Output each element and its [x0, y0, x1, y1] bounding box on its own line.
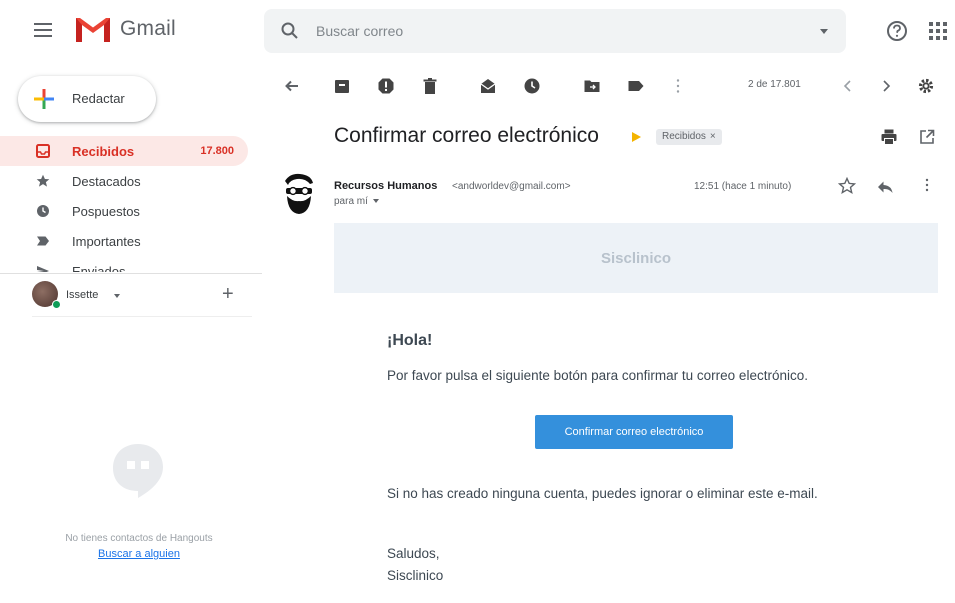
open-in-new-window-icon[interactable] [918, 128, 936, 146]
compose-plus-icon [34, 89, 54, 109]
reply-icon[interactable] [876, 178, 894, 196]
find-someone-link[interactable]: Buscar a alguien [0, 548, 278, 560]
sidebar-item-important[interactable]: Importantes [0, 226, 248, 256]
intro-paragraph: Por favor pulsa el siguiente botón para … [387, 368, 808, 383]
inbox-label-chip: Recibidos × [656, 129, 722, 145]
main-menu-icon[interactable] [30, 17, 56, 43]
important-icon [37, 236, 49, 246]
pagination-text: 2 de 17.801 [748, 79, 801, 90]
sidebar-item-label: Recibidos [72, 144, 135, 159]
recipient-text: para mí [334, 196, 368, 207]
print-icon[interactable] [880, 128, 898, 146]
recipient-line: para mí [334, 196, 379, 207]
chevron-left-icon[interactable] [838, 76, 858, 96]
more-vertical-icon[interactable] [668, 76, 688, 96]
sidebar-item-label: Importantes [72, 234, 141, 249]
back-arrow-icon[interactable] [282, 76, 302, 96]
mark-unread-icon[interactable] [478, 76, 498, 96]
show-details-icon[interactable] [372, 199, 379, 204]
send-icon [37, 266, 49, 272]
star-icon [36, 174, 50, 187]
top-bar: Gmail [0, 0, 955, 62]
gmail-m-icon [76, 18, 110, 42]
compose-button[interactable]: Redactar [18, 76, 156, 122]
clock-icon [37, 205, 49, 217]
search-bar [264, 9, 846, 53]
search-options-icon[interactable] [820, 29, 828, 34]
move-to-icon[interactable] [582, 76, 602, 96]
closing-text: Saludos, [387, 546, 440, 561]
label-chip-text: Recibidos [662, 131, 706, 142]
hangouts-user-name: Issette [66, 289, 99, 301]
sidebar-item-label: Pospuestos [72, 204, 140, 219]
sender-email: <andworldev@gmail.com> [452, 181, 571, 192]
report-spam-icon[interactable] [376, 76, 396, 96]
sidebar-divider [0, 273, 262, 274]
hangouts-user[interactable]: Issette + [32, 281, 252, 311]
online-status-icon [52, 300, 61, 309]
sidebar-item-snoozed[interactable]: Pospuestos [0, 196, 248, 226]
help-icon[interactable] [886, 20, 908, 42]
search-icon[interactable] [280, 21, 300, 41]
archive-icon[interactable] [332, 76, 352, 96]
sidebar-item-sent[interactable]: Enviados [0, 256, 248, 272]
compose-label: Redactar [72, 91, 125, 106]
banner-brand-text[interactable]: Sisclinico [601, 250, 671, 267]
more-vertical-icon[interactable] [918, 176, 936, 194]
closing-block: Saludos, Sisclinico [387, 543, 443, 587]
hangouts-divider [32, 316, 252, 317]
app-name: Gmail [120, 17, 176, 40]
gear-icon[interactable] [916, 76, 936, 96]
hangouts-empty-text: No tienes contactos de Hangouts [65, 533, 213, 544]
sidebar-item-inbox[interactable]: Recibidos 17.800 [0, 136, 248, 166]
sidebar-item-label: Destacados [72, 174, 141, 189]
email-banner: Sisclinico [334, 223, 938, 293]
sender-name[interactable]: Recursos Humanos [334, 180, 437, 192]
search-input[interactable] [316, 19, 786, 43]
add-contact-icon[interactable]: + [222, 283, 234, 306]
sidebar-item-label: Enviados [72, 264, 126, 272]
chevron-right-icon[interactable] [876, 76, 896, 96]
star-outline-icon[interactable] [838, 177, 856, 195]
message-toolbar: 2 de 17.801 [270, 66, 955, 106]
inbox-icon [36, 144, 50, 158]
importance-marker-icon[interactable] [632, 132, 641, 142]
snooze-icon[interactable] [522, 76, 542, 96]
apps-grid-icon[interactable] [929, 22, 947, 40]
label-icon[interactable] [626, 76, 646, 96]
confirm-email-button[interactable]: Confirmar correo electrónico [535, 415, 733, 449]
message-timestamp: 12:51 (hace 1 minuto) [694, 181, 792, 192]
greeting-heading: ¡Hola! [387, 332, 433, 349]
delete-icon[interactable] [420, 76, 440, 96]
gmail-logo[interactable]: Gmail [74, 14, 176, 44]
hangouts-bubble-icon [113, 444, 163, 498]
unread-count: 17.800 [200, 145, 234, 157]
remove-label-icon[interactable]: × [710, 131, 716, 142]
sidebar-item-starred[interactable]: Destacados [0, 166, 248, 196]
sender-avatar[interactable] [282, 172, 316, 216]
sidebar-nav: Recibidos 17.800 Destacados Pospuestos I… [0, 136, 262, 272]
ignore-paragraph: Si no has creado ninguna cuenta, puedes … [387, 486, 818, 501]
email-subject: Confirmar correo electrónico [334, 124, 599, 147]
signature-text: Sisclinico [387, 568, 444, 583]
chevron-down-icon[interactable] [114, 294, 120, 298]
